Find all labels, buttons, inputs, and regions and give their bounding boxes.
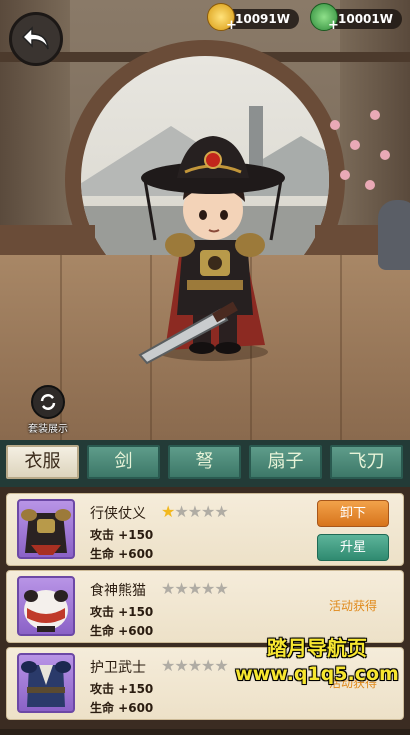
category-tabs: 衣服 剑 弩 扇子 飞刀 bbox=[0, 440, 410, 487]
hp-stat: 生命 +600 bbox=[90, 701, 154, 715]
tab-sword[interactable]: 剑 bbox=[87, 445, 160, 479]
back-button[interactable] bbox=[9, 12, 63, 66]
tab-throwing-knife[interactable]: 飞刀 bbox=[330, 445, 403, 479]
outfit-display-label: 套装展示 bbox=[28, 424, 68, 435]
vase bbox=[378, 200, 410, 270]
star-rating: ★★★★★ bbox=[161, 502, 229, 521]
star-empty-icon: ★★★★ bbox=[174, 502, 228, 521]
panda-costume-icon bbox=[17, 576, 75, 636]
obtain-via-event: 活动获得 bbox=[329, 599, 378, 613]
jade-value: 10001W bbox=[338, 12, 393, 26]
back-arrow-icon bbox=[21, 26, 49, 50]
hp-stat: 生命 +600 bbox=[90, 624, 154, 638]
tab-crossbow[interactable]: 弩 bbox=[168, 445, 241, 479]
star-empty-icon: ★★★★★ bbox=[161, 579, 229, 598]
refresh-icon bbox=[31, 385, 65, 419]
watermark-title: 踏月导航页 bbox=[267, 636, 367, 660]
unequip-button[interactable]: 卸下 bbox=[317, 500, 389, 527]
watermark: 踏月导航页 www.q1q5.com bbox=[228, 632, 406, 685]
star-rating: ★★★★★ bbox=[161, 656, 229, 675]
costume-list: 行侠仗义 ★★★★★ 攻击 +150 生命 +600 卸下 升星 食神熊猫 ★★… bbox=[0, 487, 410, 729]
hero-character bbox=[138, 136, 285, 365]
item-name: 食神熊猫 bbox=[90, 583, 146, 599]
list-item[interactable]: 行侠仗义 ★★★★★ 攻击 +150 生命 +600 卸下 升星 bbox=[6, 493, 404, 566]
item-name: 护卫武士 bbox=[90, 660, 146, 676]
attack-stat: 攻击 +150 bbox=[90, 528, 154, 542]
attack-stat: 攻击 +150 bbox=[90, 605, 154, 619]
black-armor-icon bbox=[17, 499, 75, 559]
character-scene bbox=[0, 0, 410, 440]
hp-stat: 生命 +600 bbox=[90, 547, 154, 561]
gold-value: 10091W bbox=[235, 12, 290, 26]
star-filled-icon: ★ bbox=[161, 502, 175, 521]
watermark-url: www.q1q5.com bbox=[235, 663, 399, 685]
guard-armor-icon bbox=[17, 653, 75, 713]
attack-stat: 攻击 +150 bbox=[90, 682, 154, 696]
outfit-display-button[interactable]: 套装展示 bbox=[26, 385, 70, 435]
item-name: 行侠仗义 bbox=[90, 506, 146, 522]
star-empty-icon: ★★★★★ bbox=[161, 656, 229, 675]
star-rating: ★★★★★ bbox=[161, 579, 229, 598]
upgrade-star-button[interactable]: 升星 bbox=[317, 534, 389, 561]
tab-clothes[interactable]: 衣服 bbox=[6, 445, 79, 479]
tab-fan[interactable]: 扇子 bbox=[249, 445, 322, 479]
